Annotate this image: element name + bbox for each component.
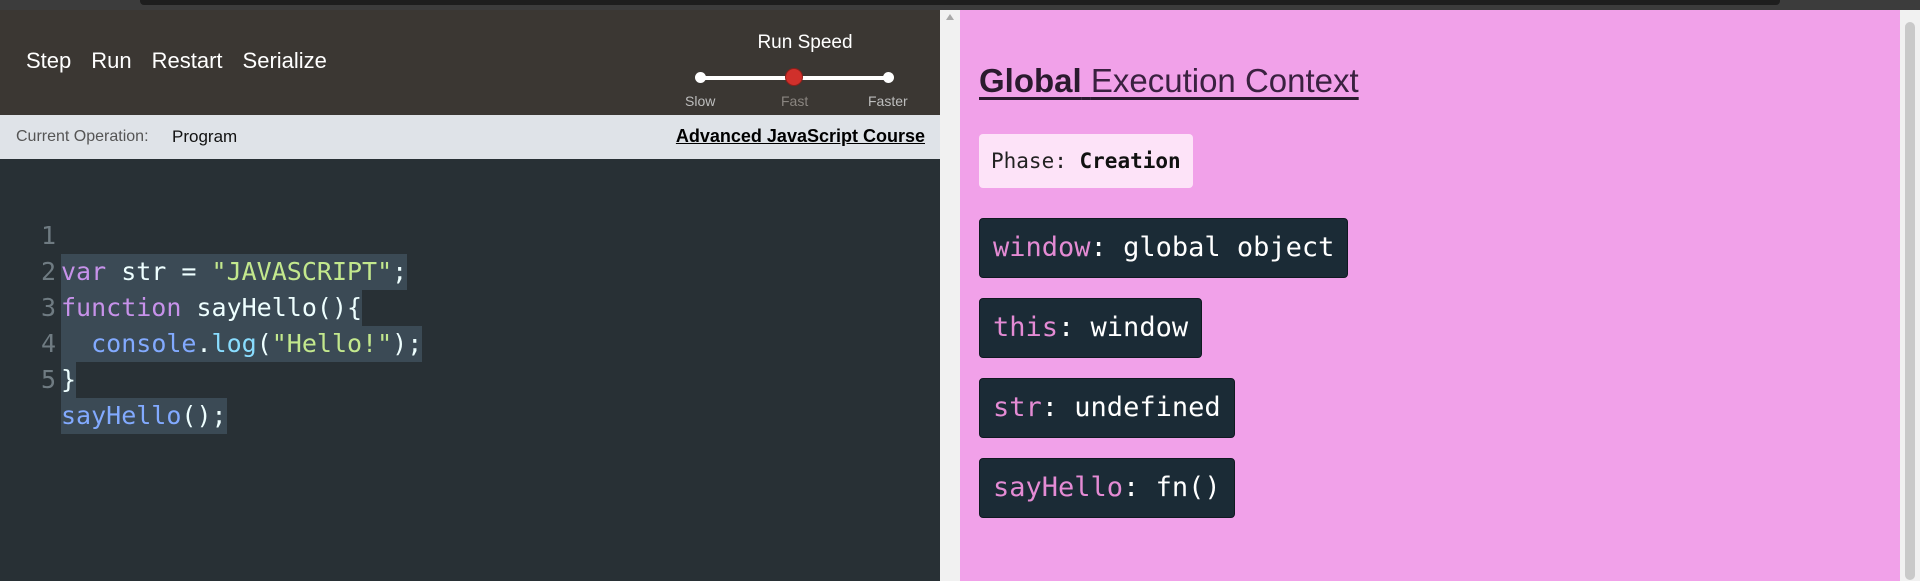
line-number: 5 bbox=[40, 365, 56, 394]
run-speed-label-fast: Fast bbox=[781, 93, 809, 109]
execution-context-pane: Global Execution Context Phase: Creation… bbox=[960, 10, 1900, 581]
restart-button[interactable]: Restart bbox=[152, 48, 223, 74]
code-line: 2 function sayHello(){ bbox=[0, 218, 363, 326]
phase-badge: Phase: Creation bbox=[979, 134, 1193, 188]
toolbar-buttons: Step Run Restart Serialize bbox=[26, 48, 347, 74]
phase-label: Phase: bbox=[991, 149, 1067, 173]
page-scrollbar-thumb[interactable] bbox=[1905, 22, 1915, 580]
variable-name: window bbox=[993, 232, 1091, 263]
scroll-up-icon[interactable] bbox=[946, 14, 954, 20]
run-speed-stop-slow[interactable] bbox=[695, 72, 706, 83]
code-line-text: var str = "JAVASCRIPT"; bbox=[61, 254, 408, 290]
variable-value: undefined bbox=[1074, 392, 1221, 423]
context-title: Global Execution Context bbox=[979, 62, 1359, 100]
current-operation-value: Program bbox=[172, 127, 238, 146]
context-title-rest: Execution Context bbox=[1090, 62, 1359, 99]
code-line-text: sayHello(); bbox=[61, 398, 227, 434]
window-top-strip bbox=[0, 0, 1920, 10]
variable-value: fn() bbox=[1155, 472, 1221, 503]
variable-value: window bbox=[1090, 312, 1189, 343]
variable-value: global object bbox=[1123, 232, 1335, 263]
code-line: 1 var str = "JAVASCRIPT"; bbox=[0, 182, 408, 290]
context-title-bold: Global bbox=[979, 62, 1082, 99]
step-button[interactable]: Step bbox=[26, 48, 71, 74]
serialize-button[interactable]: Serialize bbox=[243, 48, 327, 74]
phase-value: Creation bbox=[1079, 149, 1181, 173]
toolbar: Step Run Restart Serialize Run Speed Slo… bbox=[0, 10, 940, 115]
current-operation-bar: Current Operation: Program Advanced Java… bbox=[0, 115, 940, 159]
variable-name: this bbox=[993, 312, 1059, 343]
current-operation-label: Current Operation: bbox=[16, 128, 149, 145]
variable-name: str bbox=[993, 392, 1042, 423]
run-speed-control: Run Speed Slow Fast Faster bbox=[680, 30, 920, 110]
run-speed-stop-faster[interactable] bbox=[883, 72, 894, 83]
code-line: 5 sayHello(); bbox=[0, 326, 227, 434]
variable-entry: str: undefined bbox=[979, 378, 1235, 438]
code-line-text: function sayHello(){ bbox=[61, 290, 363, 326]
page-scrollbar[interactable] bbox=[1900, 10, 1920, 581]
left-pane: Step Run Restart Serialize Run Speed Slo… bbox=[0, 10, 940, 581]
code-editor[interactable]: 1 var str = "JAVASCRIPT"; 2 function say… bbox=[0, 159, 940, 581]
run-speed-label-faster: Faster bbox=[868, 93, 908, 109]
run-speed-slider-thumb[interactable] bbox=[785, 68, 803, 86]
variable-name: sayHello bbox=[993, 472, 1124, 503]
variable-entry: window: global object bbox=[979, 218, 1349, 278]
window-tab-bar bbox=[140, 0, 1780, 5]
pane-scrollbar[interactable] bbox=[940, 10, 960, 581]
variable-entry: this: window bbox=[979, 298, 1203, 358]
variable-entry: sayHello: fn() bbox=[979, 458, 1235, 518]
code-line-text: console.log("Hello!"); bbox=[61, 326, 423, 362]
run-speed-label-slow: Slow bbox=[685, 93, 716, 109]
code-line: 4 } bbox=[0, 290, 90, 398]
course-link[interactable]: Advanced JavaScript Course bbox=[676, 126, 925, 147]
run-button[interactable]: Run bbox=[91, 48, 131, 74]
run-speed-title: Run Speed bbox=[757, 32, 853, 53]
code-line: 3 console.log("Hello!"); bbox=[0, 254, 423, 362]
